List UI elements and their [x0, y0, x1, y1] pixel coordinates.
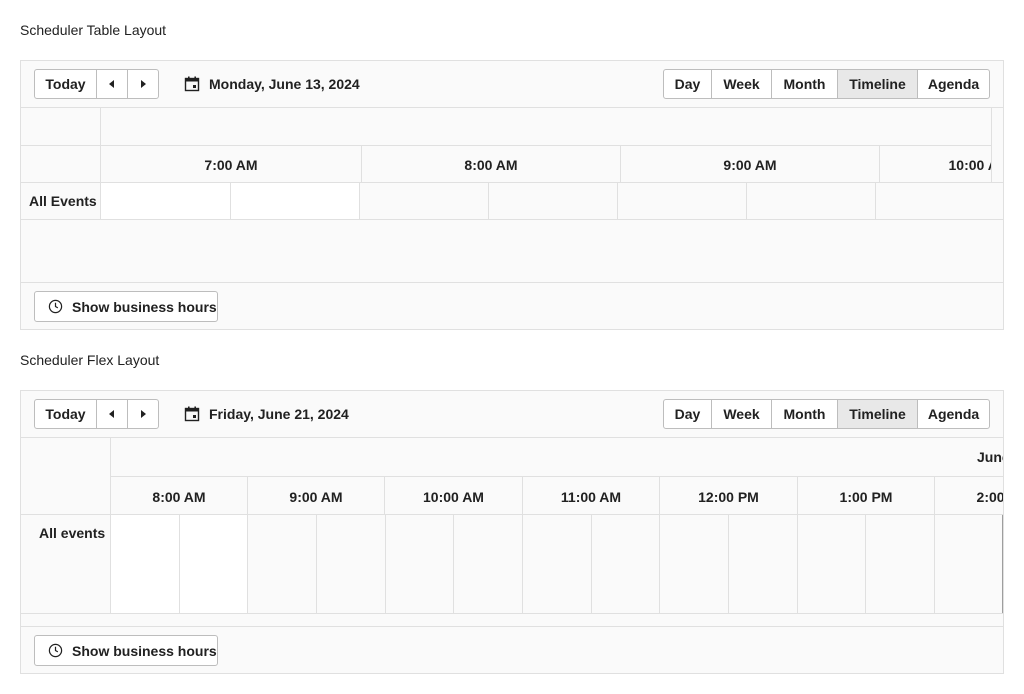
flex-layout-scheduler: Today Friday, June 21, 2024 Day Week Mon… [20, 390, 1004, 674]
view-switcher: Day Week Month Timeline Agenda [663, 399, 990, 429]
today-button[interactable]: Today [34, 399, 97, 429]
clock-icon [48, 299, 63, 314]
caret-right-icon [141, 410, 146, 418]
view-switcher: Day Week Month Timeline Agenda [663, 69, 990, 99]
scheduler-toolbar: Today Friday, June 21, 2024 Day Week Mon… [21, 391, 1003, 438]
time-slot[interactable] [489, 183, 617, 219]
time-slot[interactable] [618, 183, 746, 219]
time-header-cell: 11:00 AM [560, 489, 622, 505]
scheduler-footer: Show business hours [21, 626, 1003, 673]
view-timeline-button[interactable]: Timeline [837, 69, 918, 99]
next-button[interactable] [127, 399, 159, 429]
view-agenda-button[interactable]: Agenda [917, 399, 990, 429]
view-timeline-button[interactable]: Timeline [837, 399, 918, 429]
time-header-cell: 9:00 AM [289, 489, 343, 505]
time-header-cell: 12:00 PM [698, 489, 759, 505]
view-month-button[interactable]: Month [771, 69, 838, 99]
next-button[interactable] [127, 69, 159, 99]
time-slot[interactable] [101, 183, 230, 219]
show-business-hours-button[interactable]: Show business hours [34, 291, 218, 322]
resource-label: All Events [29, 193, 97, 209]
caret-right-icon [141, 80, 146, 88]
today-button[interactable]: Today [34, 69, 97, 99]
date-range-picker[interactable]: Monday, June 13, 2024 [184, 69, 360, 99]
time-header-cell: 1:00 PM [839, 489, 893, 505]
business-hours-label: Show business hours [72, 642, 217, 659]
clock-icon [48, 643, 63, 658]
time-slot[interactable] [180, 515, 247, 613]
time-header-cell: 9:00 AM [723, 157, 777, 173]
previous-button[interactable] [96, 69, 128, 99]
view-week-button[interactable]: Week [711, 69, 772, 99]
business-hours-label: Show business hours [72, 298, 217, 315]
view-week-button[interactable]: Week [711, 399, 772, 429]
view-day-button[interactable]: Day [663, 399, 712, 429]
caret-left-icon [109, 410, 114, 418]
current-date: Monday, June 13, 2024 [209, 76, 360, 92]
scheduler-footer: Show business hours [21, 282, 1003, 329]
table-layout-scheduler: Today Monday, June 13, 2024 Day Week Mon… [20, 60, 1004, 330]
time-header-cell: 7:00 AM [204, 157, 258, 173]
resource-label: All events [39, 525, 106, 541]
view-month-button[interactable]: Month [771, 399, 838, 429]
time-header-cell: 10:00 AM [948, 157, 991, 173]
current-date: Friday, June 21, 2024 [209, 406, 349, 422]
time-header-cell: 8:00 AM [152, 489, 206, 505]
time-slot[interactable] [248, 515, 1003, 613]
calendar-icon [184, 406, 200, 422]
time-slot[interactable] [360, 183, 488, 219]
flex-layout-title: Scheduler Flex Layout [20, 352, 160, 368]
time-slot[interactable] [747, 183, 875, 219]
time-header-cell: 8:00 AM [464, 157, 518, 173]
table-layout-title: Scheduler Table Layout [20, 22, 167, 38]
calendar-icon [184, 76, 200, 92]
date-range-picker[interactable]: Friday, June 21, 2024 [184, 399, 349, 429]
date-header-cell: June [977, 449, 1003, 465]
previous-button[interactable] [96, 399, 128, 429]
time-slot[interactable] [231, 183, 359, 219]
time-header-cell: 2:00 PM [976, 489, 1003, 505]
time-slot[interactable] [111, 515, 179, 613]
view-day-button[interactable]: Day [663, 69, 712, 99]
caret-left-icon [109, 80, 114, 88]
time-slot[interactable] [876, 183, 1003, 219]
time-header-cell: 10:00 AM [423, 489, 484, 505]
scheduler-toolbar: Today Monday, June 13, 2024 Day Week Mon… [21, 61, 1003, 108]
show-business-hours-button[interactable]: Show business hours [34, 635, 218, 666]
view-agenda-button[interactable]: Agenda [917, 69, 990, 99]
